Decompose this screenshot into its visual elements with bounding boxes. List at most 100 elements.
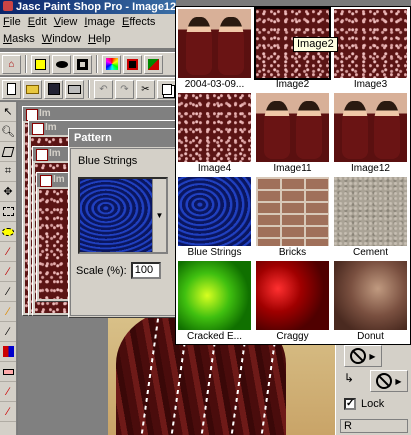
- pattern-picker-item[interactable]: Cracked E...: [176, 259, 253, 343]
- copy-button[interactable]: [157, 79, 176, 99]
- color-palette-button[interactable]: [102, 54, 121, 74]
- no-button-bottom[interactable]: ▶: [370, 370, 408, 392]
- pattern-thumbnail-label: Image4: [197, 163, 232, 174]
- scratch-remover-tool[interactable]: [0, 342, 16, 362]
- document-window-title: Im: [23, 107, 181, 121]
- menu-masks[interactable]: Masks: [0, 31, 39, 48]
- retouch-tool[interactable]: ∕: [0, 322, 16, 342]
- shape-button[interactable]: [52, 54, 71, 74]
- browse-button[interactable]: ⌂: [2, 54, 21, 74]
- layer-palette-button[interactable]: [123, 54, 142, 74]
- deform-tool[interactable]: [0, 142, 16, 162]
- pattern-thumbnail[interactable]: [334, 93, 407, 162]
- lock-checkbox-row[interactable]: ✓ Lock: [344, 398, 384, 410]
- pattern-thumbnail-label: Blue Strings: [187, 247, 242, 258]
- scale-label: Scale (%):: [76, 264, 127, 277]
- airbrush-icon: ∕: [7, 405, 9, 418]
- tooltip: Image2: [293, 37, 338, 52]
- menu-help[interactable]: Help: [85, 31, 115, 48]
- scale-input[interactable]: 100: [130, 262, 161, 279]
- menu-row-2: Masks Window Help: [0, 31, 115, 48]
- menu-window[interactable]: Window: [39, 31, 85, 48]
- pattern-thumbnail-label: Cement: [352, 247, 388, 258]
- right-panel: ▶ ▶ ↳ ✓ Lock R: [335, 343, 411, 435]
- clone-brush-tool[interactable]: ∕: [0, 282, 16, 302]
- pattern-picker-item[interactable]: Donut: [332, 259, 409, 343]
- selection-tool[interactable]: [0, 202, 16, 222]
- no-button-top[interactable]: ▶: [344, 345, 382, 367]
- frame-icon: [77, 58, 88, 70]
- pattern-thumbnail[interactable]: [334, 177, 407, 246]
- freehand-tool[interactable]: [0, 222, 16, 242]
- pattern-dialog: Pattern Blue Strings ▼ Scale (%): 100: [68, 128, 178, 318]
- pattern-picker-item[interactable]: Blue Strings: [176, 175, 253, 259]
- dropper-icon: ⁄: [7, 245, 9, 258]
- prohibited-icon: [350, 348, 367, 364]
- picture-tube-tool[interactable]: ∕: [0, 382, 16, 402]
- app-icon: [3, 1, 13, 11]
- pattern-picker-item[interactable]: 2004-03-09...: [176, 7, 253, 91]
- pattern-picker-item[interactable]: Cement: [332, 175, 409, 259]
- layers-icon: [127, 58, 138, 70]
- menu-view[interactable]: View: [51, 14, 82, 31]
- pattern-dialog-title: Pattern: [69, 129, 177, 147]
- zoom-icon: 🔍︎: [1, 126, 15, 138]
- pattern-picker-item[interactable]: Image11: [254, 91, 331, 175]
- ellipse-icon: [55, 60, 68, 68]
- flood-button[interactable]: [73, 54, 92, 74]
- redo-icon: ↷: [120, 83, 129, 95]
- pattern-thumbnail[interactable]: [178, 177, 251, 246]
- pattern-thumbnail[interactable]: [178, 9, 251, 78]
- print-button[interactable]: [65, 79, 84, 99]
- move-icon: ✥: [3, 186, 13, 198]
- pattern-thumbnail-label: Craggy: [276, 331, 309, 342]
- redo-button[interactable]: ↷: [115, 79, 134, 99]
- undo-button[interactable]: ↶: [94, 79, 113, 99]
- pattern-thumbnail[interactable]: [178, 93, 251, 162]
- crop-tool[interactable]: ⌗: [0, 162, 16, 182]
- arrow-icon: ↖: [3, 106, 13, 118]
- dropper-tool[interactable]: ⁄: [0, 242, 16, 262]
- pattern-dropdown-button[interactable]: ▼: [152, 179, 166, 252]
- cut-button[interactable]: ✂: [136, 79, 155, 99]
- right-panel-field[interactable]: R: [340, 419, 408, 433]
- pattern-thumbnail[interactable]: [178, 261, 251, 330]
- color-replacer-tool[interactable]: ∕: [0, 302, 16, 322]
- save-button[interactable]: [44, 79, 63, 99]
- paint-brush-tool[interactable]: ∕: [0, 262, 16, 282]
- browse-icon: ⌂: [8, 58, 15, 70]
- pattern-swatch[interactable]: ▼: [78, 177, 168, 254]
- arrow-tool[interactable]: ↖: [0, 102, 16, 122]
- mover-tool[interactable]: ✥: [0, 182, 16, 202]
- zoom-tool[interactable]: 🔍︎: [0, 122, 16, 142]
- eraser-tool[interactable]: [0, 362, 16, 382]
- pattern-picker-item[interactable]: Image3: [332, 7, 409, 91]
- swap-arrow-icon[interactable]: ↳: [344, 371, 354, 385]
- pattern-thumbnail[interactable]: [256, 93, 329, 162]
- pattern-picker-item[interactable]: Image4: [176, 91, 253, 175]
- overview-icon: [148, 58, 159, 70]
- pattern-thumbnail-label: Image3: [353, 79, 388, 90]
- undo-icon: ↶: [99, 83, 108, 95]
- pattern-picker-item[interactable]: Bricks: [254, 175, 331, 259]
- standard-toolbar: ↶ ↷ ✂: [0, 77, 176, 101]
- pattern-thumbnail[interactable]: [256, 261, 329, 330]
- new-button[interactable]: [2, 79, 21, 99]
- pattern-picker-item[interactable]: Craggy: [254, 259, 331, 343]
- pattern-picker-item[interactable]: Image12: [332, 91, 409, 175]
- open-button[interactable]: [23, 79, 42, 99]
- color-palette-icon: [105, 58, 118, 70]
- overview-button[interactable]: [144, 54, 163, 74]
- menu-effects[interactable]: Effects: [119, 14, 159, 31]
- pattern-thumbnail-label: Cracked E...: [186, 331, 243, 342]
- lock-checkbox[interactable]: ✓: [344, 398, 356, 410]
- pattern-thumbnail[interactable]: [334, 9, 407, 78]
- foreground-swatch-button[interactable]: [31, 54, 50, 74]
- menu-file[interactable]: File: [0, 14, 25, 31]
- menu-image[interactable]: Image: [81, 14, 119, 31]
- pattern-thumbnail[interactable]: [256, 177, 329, 246]
- menu-edit[interactable]: Edit: [25, 14, 51, 31]
- airbrush-tool[interactable]: ∕: [0, 402, 16, 422]
- lock-label: Lock: [361, 398, 385, 410]
- pattern-thumbnail[interactable]: [334, 261, 407, 330]
